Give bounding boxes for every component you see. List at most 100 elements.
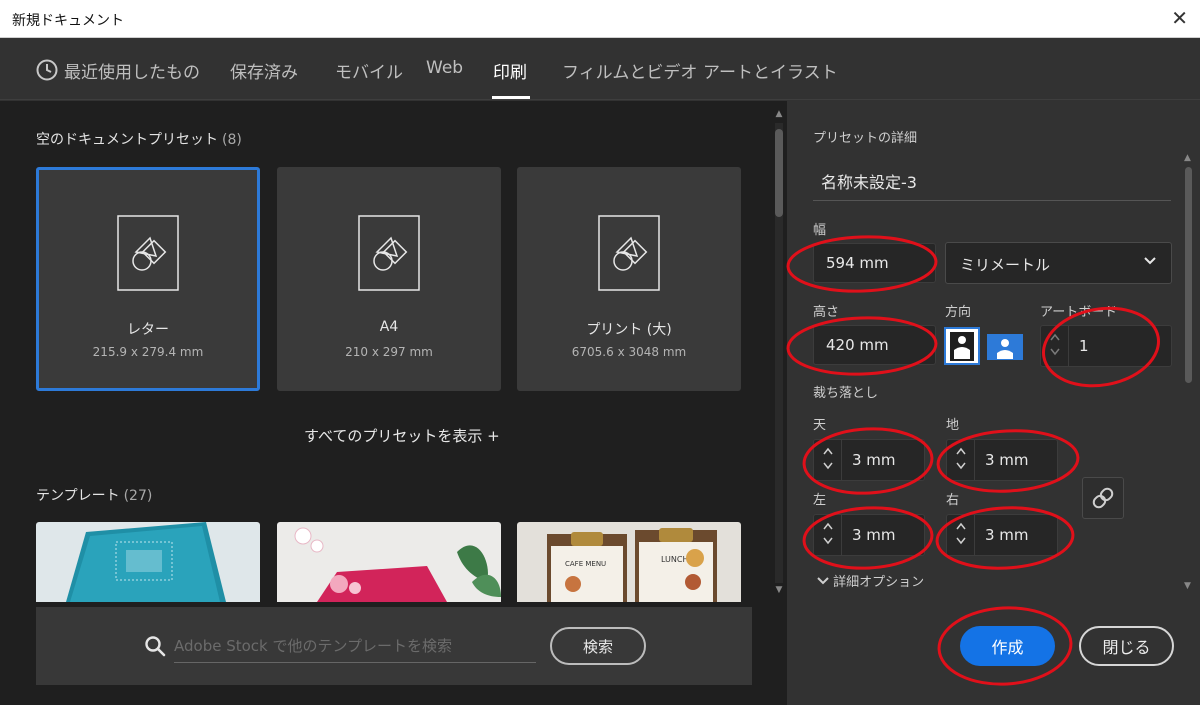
stock-search-input[interactable] (174, 629, 536, 663)
tab-saved[interactable]: 保存済み (230, 58, 298, 83)
chevron-down-icon[interactable] (1050, 348, 1060, 356)
document-preset-icon (358, 215, 420, 291)
bleed-left-label: 左 (813, 493, 827, 508)
presets-section-header: 空のドキュメントプリセット (8) (36, 129, 242, 149)
close-icon[interactable]: ✕ (1171, 6, 1188, 30)
landscape-orientation-button[interactable] (985, 326, 1023, 366)
scroll-up-icon[interactable]: ▲ (1184, 153, 1191, 163)
search-icon (145, 636, 166, 657)
tab-recent-label: 最近使用したもの (64, 63, 200, 83)
stepper-arrows[interactable] (814, 515, 842, 555)
scroll-up-icon[interactable]: ▲ (772, 109, 786, 121)
bleed-left-stepper[interactable]: 3 mm (813, 514, 925, 556)
template-thumbnail[interactable] (277, 522, 501, 602)
bleed-bottom-stepper[interactable]: 3 mm (946, 439, 1058, 481)
bleed-bottom-label: 地 (946, 418, 960, 433)
bleed-bottom-value: 3 mm (985, 451, 1029, 469)
title-bar: 新規ドキュメント ✕ (0, 0, 1200, 38)
scrollbar-thumb[interactable] (775, 129, 783, 217)
templates-section-title: テンプレート (36, 488, 120, 504)
bleed-right-stepper[interactable]: 3 mm (946, 514, 1058, 556)
chevron-up-icon[interactable] (823, 522, 833, 530)
link-bleed-button[interactable] (1082, 477, 1124, 519)
advanced-options-toggle[interactable]: 詳細オプション (817, 571, 924, 590)
tab-film-video[interactable]: フィルムとビデオ (562, 58, 697, 83)
chevron-down-icon[interactable] (823, 537, 833, 545)
preset-card-a4[interactable]: A4 210 x 297 mm (277, 167, 501, 391)
tab-print[interactable]: 印刷 (493, 58, 527, 83)
orientation-label: 方向 (945, 305, 972, 320)
chevron-up-icon[interactable] (956, 447, 966, 455)
tab-web[interactable]: Web (426, 58, 463, 78)
window-title: 新規ドキュメント (12, 13, 124, 29)
height-input[interactable]: 420 mm (813, 325, 936, 365)
clock-icon (36, 59, 58, 81)
width-label: 幅 (813, 223, 827, 238)
close-button[interactable]: 閉じる (1079, 626, 1174, 666)
height-label: 高さ (813, 305, 840, 320)
template-thumbnail[interactable] (36, 522, 260, 602)
artboards-label: アートボード (1040, 305, 1118, 320)
presets-pane: 空のドキュメントプリセット (8) レター 215.9 x 279.4 mm A4… (0, 101, 787, 705)
chevron-up-icon[interactable] (823, 447, 833, 455)
bleed-label: 裁ち落とし (813, 386, 879, 401)
create-button[interactable]: 作成 (960, 626, 1055, 666)
svg-text:LUNCH: LUNCH (661, 555, 689, 564)
chevron-down-icon[interactable] (956, 537, 966, 545)
document-preset-icon (117, 215, 179, 291)
see-all-presets-link[interactable]: すべてのプリセットを表示 + (304, 425, 500, 446)
bleed-top-value: 3 mm (852, 451, 896, 469)
unit-select-value: ミリメートル (960, 256, 1051, 274)
tab-mobile[interactable]: モバイル (335, 58, 403, 83)
tab-recent[interactable]: 最近使用したもの (36, 58, 200, 83)
template-preview-image (36, 522, 260, 602)
templates-count: (27) (123, 488, 153, 504)
preset-name: レター (127, 322, 169, 338)
presets-section-title: 空のドキュメントプリセット (36, 132, 218, 148)
preset-size: 215.9 x 279.4 mm (92, 345, 204, 359)
bleed-top-stepper[interactable]: 3 mm (813, 439, 925, 481)
details-scrollbar[interactable]: ▲ ▼ (1182, 153, 1194, 593)
scroll-down-icon[interactable]: ▼ (1184, 581, 1191, 591)
presets-count: (8) (222, 132, 242, 148)
preset-card-print-large[interactable]: プリント (大) 6705.6 x 3048 mm (517, 167, 741, 391)
stepper-arrows[interactable] (814, 440, 842, 480)
bleed-right-value: 3 mm (985, 526, 1029, 544)
presets-scrollbar[interactable]: ▲ ▼ (772, 109, 786, 597)
preset-size: 210 x 297 mm (345, 345, 433, 359)
search-button[interactable]: 検索 (550, 627, 646, 665)
bleed-top-label: 天 (813, 418, 827, 433)
chevron-down-icon[interactable] (823, 462, 833, 470)
stepper-arrows[interactable] (1041, 326, 1069, 366)
artboards-stepper[interactable]: 1 (1040, 325, 1172, 367)
document-preset-icon (598, 215, 660, 291)
preset-details-title: プリセットの詳細 (813, 131, 918, 146)
portrait-orientation-button[interactable] (943, 326, 981, 366)
chevron-up-icon[interactable] (1050, 333, 1060, 341)
chevron-up-icon[interactable] (956, 522, 966, 530)
scroll-down-icon[interactable]: ▼ (772, 585, 786, 597)
stepper-arrows[interactable] (947, 515, 975, 555)
bleed-right-label: 右 (946, 493, 960, 508)
chevron-down-icon[interactable] (956, 462, 966, 470)
preset-size: 6705.6 x 3048 mm (571, 345, 687, 359)
stepper-arrows[interactable] (947, 440, 975, 480)
document-name-field[interactable]: 名称未設定-3 (813, 161, 1171, 201)
tab-art-illustration[interactable]: アートとイラスト (703, 58, 838, 83)
bleed-left-value: 3 mm (852, 526, 896, 544)
template-thumbnail[interactable]: CAFE MENU LUNCH (517, 522, 741, 602)
width-input[interactable]: 594 mm (813, 243, 936, 283)
preset-card-letter[interactable]: レター 215.9 x 279.4 mm (36, 167, 260, 391)
artboards-value: 1 (1079, 337, 1089, 355)
template-preview-image: CAFE MENU LUNCH (517, 522, 741, 602)
portrait-icon (944, 327, 980, 365)
scrollbar-thumb[interactable] (1185, 167, 1192, 383)
svg-text:CAFE MENU: CAFE MENU (565, 560, 606, 568)
link-icon (1092, 487, 1114, 509)
templates-section-header: テンプレート (27) (36, 485, 152, 505)
active-tab-indicator (492, 96, 530, 99)
advanced-options-label: 詳細オプション (833, 575, 925, 590)
preset-details-pane: プリセットの詳細 名称未設定-3 幅 594 mm ミリメートル 高さ 420 … (787, 101, 1200, 705)
unit-select[interactable]: ミリメートル (945, 242, 1172, 284)
landscape-icon (987, 334, 1023, 360)
